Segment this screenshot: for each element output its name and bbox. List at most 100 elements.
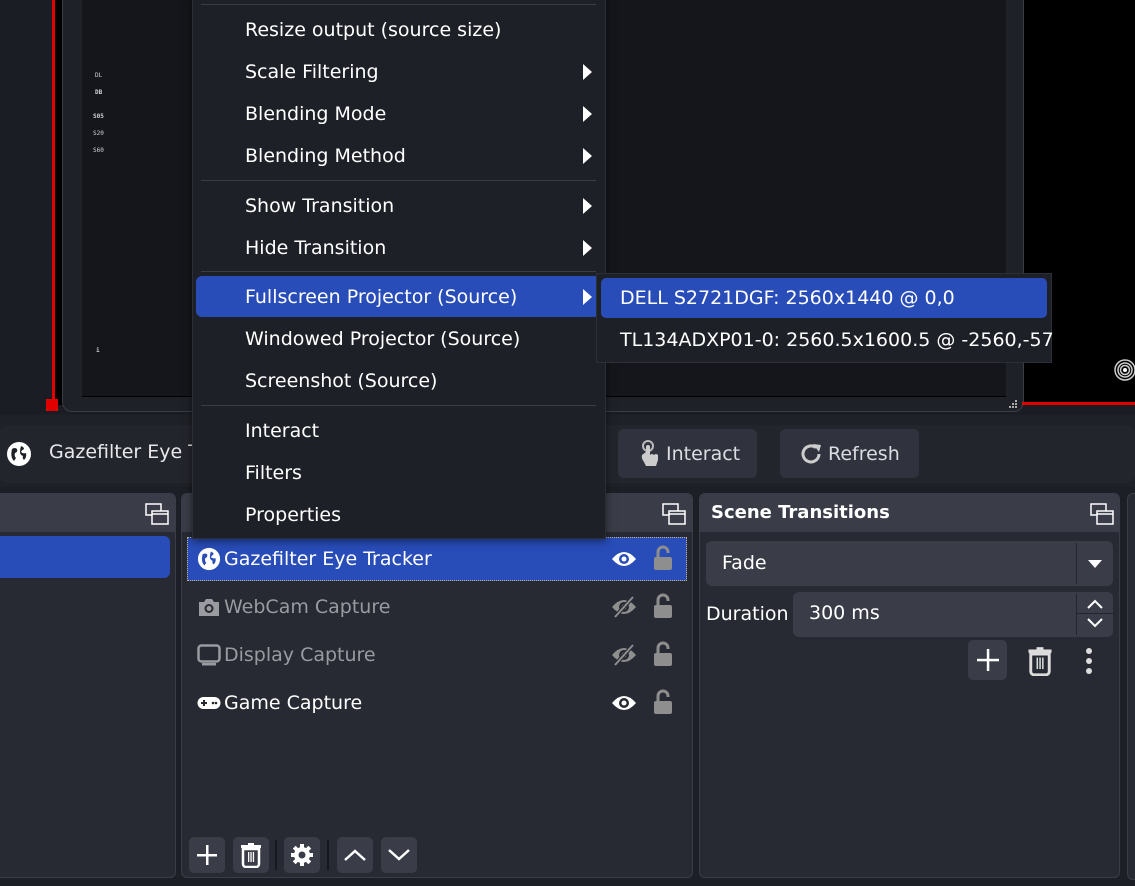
menu-item-fullscreen-projector[interactable]: Fullscreen Projector (Source) xyxy=(196,276,600,317)
float-dock-icon[interactable] xyxy=(1090,502,1114,526)
eye-icon[interactable] xyxy=(611,691,637,715)
menu-item-label: Screenshot (Source) xyxy=(245,369,438,392)
source-name: WebCam Capture xyxy=(224,596,391,618)
preview-text: S05 xyxy=(93,113,104,120)
menu-item-blending-mode[interactable]: Blending Mode xyxy=(196,93,600,134)
add-transition-button[interactable] xyxy=(968,640,1007,680)
menu-item-label: Windowed Projector (Source) xyxy=(245,327,521,350)
submenu-arrow-icon xyxy=(583,289,592,305)
menu-separator xyxy=(201,180,596,181)
submenu-item-label: DELL S2721DGF: 2560x1440 @ 0,0 xyxy=(620,287,955,309)
preview-text: DB xyxy=(95,89,103,96)
refresh-icon xyxy=(801,443,821,463)
duration-value[interactable]: 300 ms xyxy=(809,602,880,624)
source-properties-button[interactable] xyxy=(284,837,320,873)
preview-text: DL xyxy=(95,72,103,79)
spinbox-divider xyxy=(1076,594,1077,635)
move-source-up-button[interactable] xyxy=(337,837,373,873)
source-name: Game Capture xyxy=(224,692,363,714)
float-dock-icon[interactable] xyxy=(145,502,169,526)
source-row-gazefilter[interactable]: Gazefilter Eye Tracker xyxy=(187,537,687,581)
menu-item-blending-method[interactable]: Blending Method xyxy=(196,135,600,176)
more-options-icon[interactable] xyxy=(1081,646,1097,676)
gaze-target-icon xyxy=(1114,359,1135,381)
add-source-button[interactable] xyxy=(189,837,225,873)
interact-button-label: Interact xyxy=(666,442,741,465)
interact-button[interactable]: Interact xyxy=(618,429,757,478)
unlocked-icon[interactable] xyxy=(653,641,673,667)
menu-item-interact[interactable]: Interact xyxy=(196,410,600,451)
eye-slash-icon[interactable] xyxy=(611,643,637,667)
menu-item-scale-filtering[interactable]: Scale Filtering xyxy=(196,51,600,92)
float-dock-icon[interactable] xyxy=(662,502,686,526)
source-name-label: Gazefilter Eye Tr xyxy=(49,441,205,463)
menu-separator xyxy=(201,4,596,5)
select-divider xyxy=(1076,543,1077,584)
plus-icon xyxy=(197,845,217,865)
duration-label: Duration xyxy=(706,603,789,625)
menu-item-windowed-projector[interactable]: Windowed Projector (Source) xyxy=(196,318,600,359)
globe-icon xyxy=(196,546,222,572)
spinbox-separator xyxy=(1077,613,1113,614)
spin-up-icon[interactable] xyxy=(1085,597,1105,611)
menu-item-label: Hide Transition xyxy=(245,236,387,259)
menu-item-show-transition[interactable]: Show Transition xyxy=(196,185,600,226)
eye-slash-icon[interactable] xyxy=(611,595,637,619)
selection-resize-handle[interactable] xyxy=(46,399,58,411)
gamepad-icon xyxy=(196,690,222,716)
menu-item-label: Blending Method xyxy=(245,144,406,167)
unlocked-icon[interactable] xyxy=(653,593,673,619)
preview-text: i xyxy=(96,347,100,354)
menu-item-properties[interactable]: Properties xyxy=(196,494,600,535)
source-name: Display Capture xyxy=(224,644,376,666)
menu-separator xyxy=(201,405,596,406)
submenu-arrow-icon xyxy=(583,106,592,122)
source-row-game[interactable]: Game Capture xyxy=(187,681,687,725)
remove-source-button[interactable] xyxy=(233,837,269,873)
resize-grip-icon[interactable] xyxy=(1008,399,1018,409)
menu-item-label: Blending Mode xyxy=(245,102,387,125)
toolbar-separator xyxy=(327,840,329,870)
menu-item-screenshot[interactable]: Screenshot (Source) xyxy=(196,360,600,401)
globe-icon xyxy=(7,442,31,466)
transition-select-value: Fade xyxy=(722,552,767,574)
menu-item-label: Scale Filtering xyxy=(245,60,379,83)
dropdown-arrow-icon[interactable] xyxy=(1087,559,1103,569)
scene-list-item-selected[interactable] xyxy=(0,536,170,578)
camera-icon xyxy=(196,594,222,620)
preview-text: S60 xyxy=(93,147,104,154)
spin-down-icon[interactable] xyxy=(1085,616,1105,630)
unlocked-icon[interactable] xyxy=(653,689,673,715)
source-name: Gazefilter Eye Tracker xyxy=(224,548,432,570)
menu-item-label: Filters xyxy=(245,461,302,484)
submenu-arrow-icon xyxy=(583,64,592,80)
chevron-up-icon xyxy=(344,849,366,861)
source-row-display[interactable]: Display Capture xyxy=(187,633,687,677)
refresh-button-label: Refresh xyxy=(828,442,900,465)
gear-icon xyxy=(291,844,313,866)
refresh-button[interactable]: Refresh xyxy=(780,429,919,478)
source-row-webcam[interactable]: WebCam Capture xyxy=(187,585,687,629)
menu-item-label: Properties xyxy=(245,503,342,526)
unlocked-icon[interactable] xyxy=(653,545,673,571)
submenu-item-label: TL134ADXP01-0: 2560.5x1600.5 @ -2560,-57 xyxy=(620,329,1054,351)
menu-item-label: Fullscreen Projector (Source) xyxy=(245,285,518,308)
submenu-item-monitor-2[interactable]: TL134ADXP01-0: 2560.5x1600.5 @ -2560,-57 xyxy=(601,320,1054,360)
submenu-item-monitor-1[interactable]: DELL S2721DGF: 2560x1440 @ 0,0 xyxy=(601,278,1047,318)
menu-item-filters[interactable]: Filters xyxy=(196,452,600,493)
submenu-arrow-icon xyxy=(583,240,592,256)
move-source-down-button[interactable] xyxy=(381,837,417,873)
eye-icon[interactable] xyxy=(611,547,637,571)
trash-icon xyxy=(241,843,261,868)
preview-text: S20 xyxy=(93,130,104,137)
trash-icon[interactable] xyxy=(1026,646,1054,676)
menu-item-hide-transition[interactable]: Hide Transition xyxy=(196,227,600,268)
menu-item-label: Interact xyxy=(245,419,320,442)
transition-select[interactable] xyxy=(706,541,1113,586)
menu-separator xyxy=(201,271,596,272)
toolbar-separator xyxy=(275,840,277,870)
hand-pointer-icon xyxy=(641,439,658,466)
menu-item-resize-output[interactable]: Resize output (source size) xyxy=(196,9,600,50)
menu-item-label: Resize output (source size) xyxy=(245,18,502,41)
menu-item-label: Show Transition xyxy=(245,194,395,217)
